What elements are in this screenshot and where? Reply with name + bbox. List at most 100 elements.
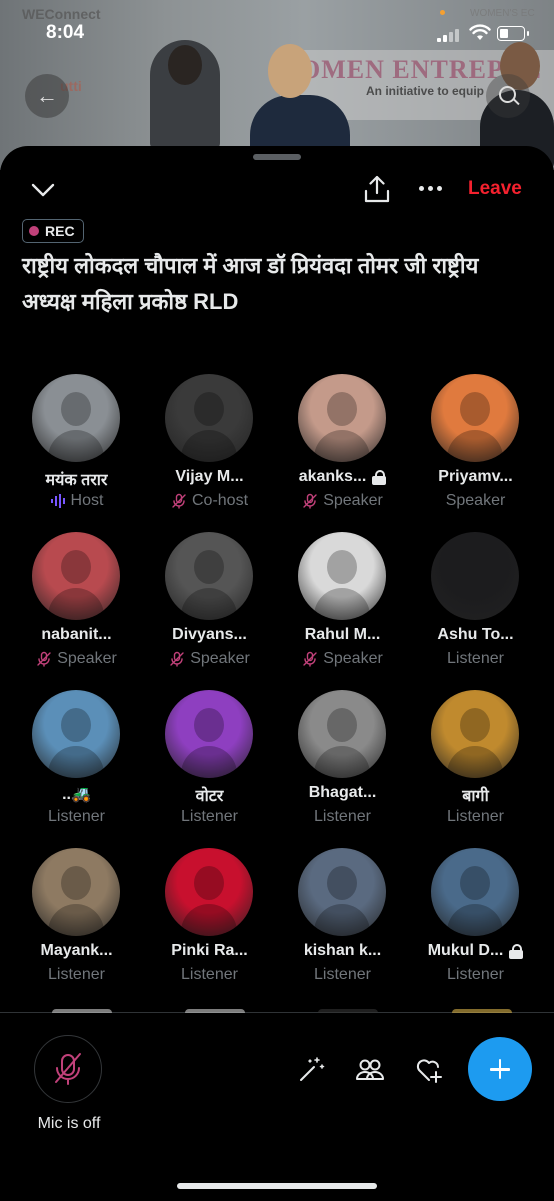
add-button[interactable] — [468, 1037, 532, 1101]
participant-card[interactable]: Priyamv... Speaker — [409, 374, 542, 532]
participant-name-row: Vijay M... — [143, 468, 276, 486]
lock-icon — [372, 469, 387, 485]
more-options-icon[interactable] — [418, 186, 444, 194]
avatar[interactable] — [431, 848, 519, 936]
avatar-silhouette — [194, 550, 224, 584]
participant-card[interactable]: Vijay M... Co-host — [143, 374, 276, 532]
participant-card[interactable]: Ashu To... Listener — [409, 532, 542, 690]
avatar[interactable] — [298, 848, 386, 936]
avatar[interactable] — [431, 532, 519, 620]
participant-role-row: Listener — [409, 808, 542, 826]
participant-role-row: Speaker — [143, 650, 276, 668]
avatar-silhouette — [460, 708, 490, 742]
participant-role-row: Speaker — [10, 650, 143, 668]
participant-card[interactable]: वोटर Listener — [143, 690, 276, 848]
participant-row: ..🚜 Listener वोटर Listener Bhagat... Listener… — [10, 690, 544, 848]
avatar-silhouette — [327, 866, 357, 900]
share-icon[interactable] — [362, 174, 392, 204]
avatar[interactable] — [165, 690, 253, 778]
participant-card[interactable]: बागी Listener — [409, 690, 542, 848]
avatar-silhouette — [61, 866, 91, 900]
avatar[interactable] — [431, 690, 519, 778]
status-time: 8:04 — [46, 22, 85, 43]
back-arrow-icon[interactable]: ← — [25, 74, 69, 118]
participant-name: Vijay M... — [175, 468, 244, 485]
recording-dot-icon — [29, 226, 39, 236]
participant-card[interactable]: ..🚜 Listener — [10, 690, 143, 848]
participant-card[interactable]: nabanit... Speaker — [10, 532, 143, 690]
participant-name: Bhagat... — [308, 784, 377, 801]
magic-wand-icon[interactable] — [296, 1055, 326, 1085]
participant-row: मयंक तरार Host Vijay M... Co-host akanks... S… — [10, 374, 544, 532]
next-row-avatar-peek — [318, 1009, 378, 1013]
avatar[interactable] — [431, 374, 519, 462]
participant-role-row: Speaker — [276, 492, 409, 510]
lock-icon — [509, 943, 524, 959]
participant-name-row: nabanit... — [10, 626, 143, 644]
participant-role: Speaker — [57, 650, 117, 667]
participant-card[interactable]: Mukul D... Listener — [409, 848, 542, 1006]
participant-role: Host — [70, 492, 104, 509]
participant-name: ..🚜 — [62, 786, 91, 803]
participant-name-row: वोटर — [143, 784, 276, 806]
avatar-silhouette — [181, 746, 237, 778]
home-indicator[interactable] — [177, 1183, 377, 1189]
participant-name-row: Priyamv... — [409, 468, 542, 486]
people-icon[interactable] — [355, 1055, 385, 1085]
participant-name-row: Rahul M... — [276, 626, 409, 644]
avatar[interactable] — [165, 848, 253, 936]
avatar-silhouette — [460, 866, 490, 900]
mic-off-icon — [170, 651, 184, 667]
participant-card[interactable]: Pinki Ra... Listener — [143, 848, 276, 1006]
search-icon[interactable] — [486, 74, 530, 118]
participant-card[interactable]: Rahul M... Speaker — [276, 532, 409, 690]
mic-off-icon — [172, 493, 186, 509]
mic-off-icon — [37, 651, 51, 667]
participant-name-row: मयंक तरार — [10, 468, 143, 490]
avatar[interactable] — [32, 374, 120, 462]
privacy-indicator-dot — [440, 10, 445, 15]
participant-card[interactable]: Divyans... Speaker — [143, 532, 276, 690]
avatar[interactable] — [32, 690, 120, 778]
participant-role: Listener — [447, 650, 504, 667]
leave-button[interactable]: Leave — [468, 178, 522, 200]
participant-name-row: बागी — [409, 784, 542, 806]
avatar-silhouette — [61, 550, 91, 584]
mic-toggle-button[interactable] — [34, 1035, 102, 1103]
participant-name: वोटर — [195, 788, 224, 805]
audio-wave-icon — [50, 494, 65, 508]
avatar[interactable] — [165, 374, 253, 462]
participant-role: Listener — [181, 808, 238, 825]
participant-card[interactable]: मयंक तरार Host — [10, 374, 143, 532]
avatar[interactable] — [32, 532, 120, 620]
participant-name-row: Mayank... — [10, 942, 143, 960]
participant-name: Priyamv... — [438, 468, 513, 485]
participant-role: Listener — [314, 966, 371, 983]
participant-role: Speaker — [445, 492, 506, 509]
participant-card[interactable]: akanks... Speaker — [276, 374, 409, 532]
avatar[interactable] — [298, 690, 386, 778]
participant-name: Pinki Ra... — [171, 942, 248, 959]
avatar-silhouette — [314, 904, 370, 936]
participant-card[interactable]: Bhagat... Listener — [276, 690, 409, 848]
avatar-silhouette — [460, 392, 490, 426]
participant-role: Listener — [48, 808, 105, 825]
sheet-grabber[interactable] — [253, 154, 301, 160]
collapse-chevron-icon[interactable] — [30, 180, 56, 200]
heart-plus-icon[interactable] — [414, 1055, 444, 1085]
avatar[interactable] — [298, 374, 386, 462]
status-bar: 8:04 — [0, 0, 554, 60]
participant-card[interactable]: Mayank... Listener — [10, 848, 143, 1006]
avatar-silhouette — [327, 392, 357, 426]
mic-status-label: Mic is off — [37, 1115, 101, 1132]
participant-card[interactable]: kishan k... Listener — [276, 848, 409, 1006]
recording-badge: REC — [22, 219, 84, 243]
participant-role: Listener — [447, 808, 504, 825]
participant-name-row: kishan k... — [276, 942, 409, 960]
avatar[interactable] — [165, 532, 253, 620]
participant-name: बागी — [462, 788, 489, 805]
participant-name-row: Mukul D... — [409, 942, 542, 960]
avatar[interactable] — [32, 848, 120, 936]
participant-role: Speaker — [190, 650, 250, 667]
avatar[interactable] — [298, 532, 386, 620]
